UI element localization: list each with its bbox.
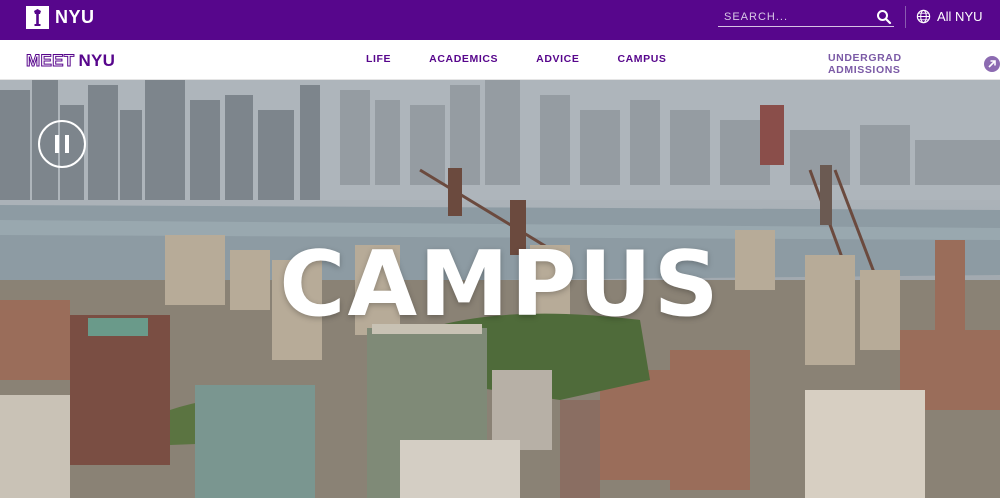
undergrad-admissions-link[interactable]: UNDERGRAD ADMISSIONS	[828, 52, 1000, 76]
nav-link-life[interactable]: LIFE	[366, 53, 391, 65]
all-nyu-button[interactable]: All NYU	[916, 9, 983, 24]
logo-text: NYU	[55, 7, 95, 27]
hero-title: CAMPUS	[279, 232, 721, 337]
all-nyu-label: All NYU	[937, 9, 983, 24]
nav-link-academics[interactable]: ACADEMICS	[429, 53, 498, 65]
topbar-divider	[905, 6, 906, 28]
globe-icon	[916, 9, 931, 24]
top-bar: NYU All NYU	[0, 0, 1000, 40]
nyu-logo[interactable]: NYU	[26, 6, 95, 29]
meet-nyu-label: NYU	[78, 51, 116, 70]
nav-link-campus[interactable]: CAMPUS	[617, 53, 666, 65]
torch-icon	[26, 6, 49, 29]
hero-video: CAMPUS	[0, 80, 1000, 498]
search-bar	[718, 7, 894, 27]
pause-button[interactable]	[38, 120, 86, 168]
search-input[interactable]	[718, 10, 868, 23]
admissions-label: UNDERGRAD ADMISSIONS	[828, 52, 902, 76]
search-icon[interactable]	[876, 9, 892, 25]
meet-label: MEET	[25, 51, 75, 71]
secondary-nav: MEET NYU LIFE ACADEMICS ADVICE CAMPUS UND…	[0, 40, 1000, 80]
nav-link-advice[interactable]: ADVICE	[536, 53, 579, 65]
main-nav: LIFE ACADEMICS ADVICE CAMPUS	[366, 53, 705, 65]
pause-icon	[55, 135, 59, 153]
meet-nyu-logo[interactable]: MEET NYU	[25, 51, 116, 71]
arrow-up-right-icon	[984, 56, 1000, 72]
